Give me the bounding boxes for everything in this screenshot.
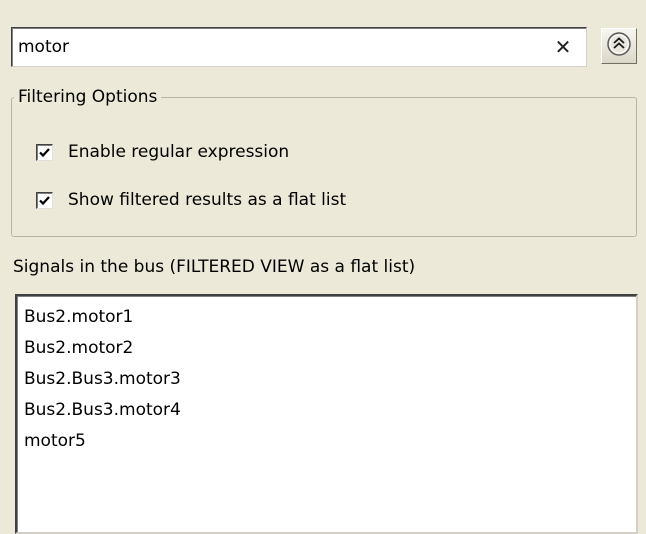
enable-regex-checkbox[interactable] — [36, 143, 53, 161]
checkmark-icon — [39, 147, 50, 157]
double-chevron-up-icon — [606, 31, 632, 61]
flat-list-label: Show filtered results as a flat list — [68, 190, 347, 210]
list-item[interactable]: Bus2.Bus3.motor3 — [24, 364, 636, 395]
search-input[interactable] — [18, 32, 548, 62]
bus-signal-filter-panel: ✕ Filtering Options Enable regular expre… — [0, 0, 646, 534]
signals-heading: Signals in the bus (FILTERED VIEW as a f… — [13, 257, 416, 277]
flat-list-checkbox[interactable] — [36, 191, 53, 209]
filtering-options-legend: Filtering Options — [14, 84, 162, 110]
close-icon[interactable]: ✕ — [552, 35, 574, 59]
enable-regex-label: Enable regular expression — [68, 142, 290, 162]
collapse-options-button[interactable] — [601, 28, 637, 64]
list-item[interactable]: Bus2.motor2 — [24, 333, 636, 364]
list-item[interactable]: Bus2.motor1 — [24, 302, 636, 333]
filtering-options-group — [11, 97, 637, 237]
checkmark-icon — [39, 195, 50, 205]
signals-list[interactable]: Bus2.motor1 Bus2.motor2 Bus2.Bus3.motor3… — [15, 294, 638, 534]
flat-list-option[interactable]: Show filtered results as a flat list — [36, 188, 346, 212]
search-field[interactable]: ✕ — [11, 27, 587, 67]
enable-regex-option[interactable]: Enable regular expression — [36, 140, 289, 164]
list-item[interactable]: Bus2.Bus3.motor4 — [24, 395, 636, 426]
list-item[interactable]: motor5 — [24, 426, 636, 457]
